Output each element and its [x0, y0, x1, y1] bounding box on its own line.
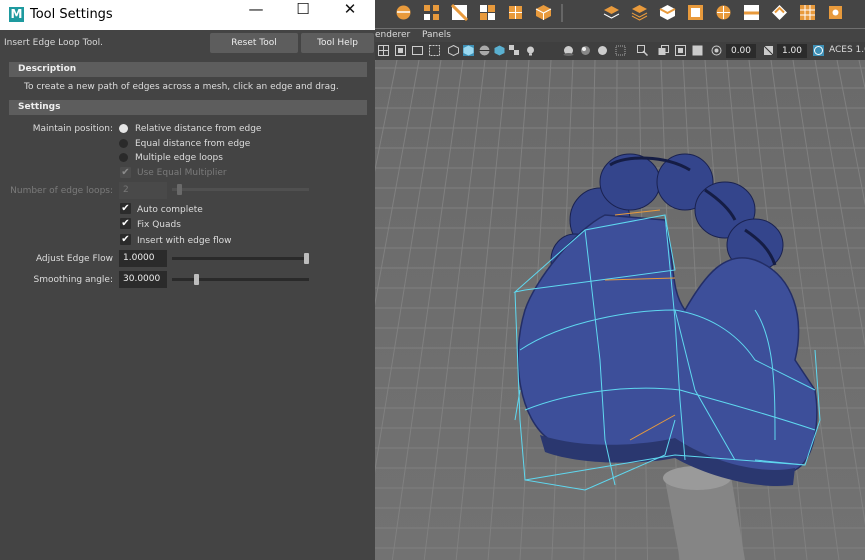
textured-icon[interactable]	[494, 45, 505, 56]
resolution-gate-icon[interactable]	[412, 45, 423, 56]
wireframe-on-shaded-icon[interactable]	[479, 45, 490, 56]
gamma-icon[interactable]	[763, 45, 774, 56]
ball-shelf-icon[interactable]	[715, 4, 732, 21]
settings-section-header[interactable]: Settings	[9, 100, 367, 115]
title-bar[interactable]: M Tool Settings — ☐ ✕	[0, 0, 375, 30]
option-relative-distance-label: Relative distance from edge	[135, 124, 262, 134]
radio-relative-distance[interactable]	[119, 124, 128, 133]
menu-renderer[interactable]: enderer	[375, 30, 410, 40]
xray-joints-icon[interactable]	[675, 45, 686, 56]
scene-canvas[interactable]	[375, 60, 865, 560]
maximize-button[interactable]: ☐	[280, 0, 326, 30]
exposure-icon[interactable]	[711, 45, 722, 56]
checker-shelf-icon[interactable]	[479, 4, 496, 21]
window-title: Tool Settings	[30, 7, 113, 22]
stack-shelf-icon[interactable]	[631, 4, 648, 21]
smoothing-angle-label: Smoothing angle:	[33, 275, 113, 285]
description-section-header[interactable]: Description	[9, 62, 367, 77]
split-shelf-icon[interactable]	[451, 4, 468, 21]
shadows-icon[interactable]	[563, 45, 574, 56]
anti-alias-icon[interactable]	[615, 45, 626, 56]
extra-shelf-icon[interactable]	[827, 4, 844, 21]
checker-texture-icon[interactable]	[509, 45, 520, 56]
viewport-panel[interactable]: enderer Panels 0.00 1.00 ACES 1.0	[375, 0, 865, 560]
number-of-edge-loops-slider-track[interactable]	[172, 188, 309, 191]
sphere-shelf-icon[interactable]	[395, 4, 412, 21]
shaded-icon[interactable]	[463, 45, 474, 56]
smoothing-angle-field[interactable]: 30.0000	[119, 271, 167, 288]
exposure-field[interactable]: 0.00	[726, 44, 756, 58]
smoothing-angle-slider-thumb[interactable]	[194, 274, 199, 285]
radio-multiple-edge-loops[interactable]	[119, 153, 128, 162]
quad-shelf-icon[interactable]	[507, 4, 524, 21]
number-of-edge-loops-field[interactable]: 2	[119, 182, 167, 199]
diamond-shelf-icon[interactable]	[771, 4, 788, 21]
number-of-edge-loops-label: Number of edge loops:	[10, 186, 113, 196]
grid-shelf-icon[interactable]	[423, 4, 440, 21]
ambient-occlusion-icon[interactable]	[580, 45, 591, 56]
viewport-toolbar: 0.00 1.00 ACES 1.0	[375, 42, 865, 60]
option-multiple-edge-loops-label: Multiple edge loops	[135, 153, 223, 163]
wireframe-icon[interactable]	[448, 45, 459, 56]
minimize-button[interactable]: —	[233, 0, 279, 30]
close-button[interactable]: ✕	[327, 0, 373, 30]
fix-quads-checkbox[interactable]: ✔	[120, 218, 131, 229]
tool-settings-window: M Tool Settings — ☐ ✕ Insert Edge Loop T…	[0, 0, 375, 560]
tile-shelf-icon[interactable]	[687, 4, 704, 21]
auto-complete-label: Auto complete	[137, 205, 203, 215]
layers-shelf-icon[interactable]	[603, 4, 620, 21]
use-equal-multiplier-checkbox[interactable]: ✔	[120, 167, 131, 178]
maya-logo-icon: M	[9, 7, 24, 22]
use-equal-multiplier-label: Use Equal Multiplier	[137, 168, 227, 178]
reset-tool-button[interactable]: Reset Tool	[210, 33, 298, 53]
gamma-field[interactable]: 1.00	[777, 44, 807, 58]
fix-quads-label: Fix Quads	[137, 220, 181, 230]
number-of-edge-loops-slider-thumb[interactable]	[177, 184, 182, 195]
mesh-shelf-icon[interactable]	[799, 4, 816, 21]
backface-icon[interactable]	[692, 45, 703, 56]
adjust-edge-flow-field[interactable]: 1.0000	[119, 250, 167, 267]
smoothing-angle-slider-track[interactable]	[172, 278, 309, 281]
insert-with-edge-flow-checkbox[interactable]: ✔	[120, 234, 131, 245]
cube-shelf-icon[interactable]	[535, 4, 552, 21]
menu-panels[interactable]: Panels	[422, 30, 451, 40]
xray-icon[interactable]	[658, 45, 669, 56]
plane-shelf-icon[interactable]	[743, 4, 760, 21]
maintain-position-label: Maintain position:	[32, 124, 113, 134]
color-management-icon[interactable]	[813, 45, 824, 56]
camera-grid-icon[interactable]	[378, 45, 389, 56]
option-equal-distance-label: Equal distance from edge	[135, 139, 251, 149]
tool-name: Insert Edge Loop Tool.	[4, 38, 103, 48]
tool-help-button[interactable]: Tool Help	[301, 33, 374, 53]
motion-blur-icon[interactable]	[597, 45, 608, 56]
insert-with-edge-flow-label: Insert with edge flow	[137, 236, 232, 246]
adjust-edge-flow-slider-track[interactable]	[172, 257, 309, 260]
isolate-select-icon[interactable]	[637, 45, 648, 56]
shelf-toolbar	[375, 0, 865, 28]
description-text: To create a new path of edges across a m…	[24, 82, 339, 92]
color-space-label[interactable]: ACES 1.0	[829, 45, 865, 55]
lights-icon[interactable]	[525, 45, 536, 56]
viewport-menu-bar: enderer Panels	[375, 29, 865, 42]
adjust-edge-flow-slider-thumb[interactable]	[304, 253, 309, 264]
auto-complete-checkbox[interactable]: ✔	[120, 203, 131, 214]
safe-area-icon[interactable]	[429, 45, 440, 56]
film-gate-icon[interactable]	[395, 45, 406, 56]
radio-equal-distance[interactable]	[119, 139, 128, 148]
shelf-separator	[561, 4, 563, 22]
box-shelf-icon[interactable]	[659, 4, 676, 21]
adjust-edge-flow-label: Adjust Edge Flow	[35, 254, 113, 264]
